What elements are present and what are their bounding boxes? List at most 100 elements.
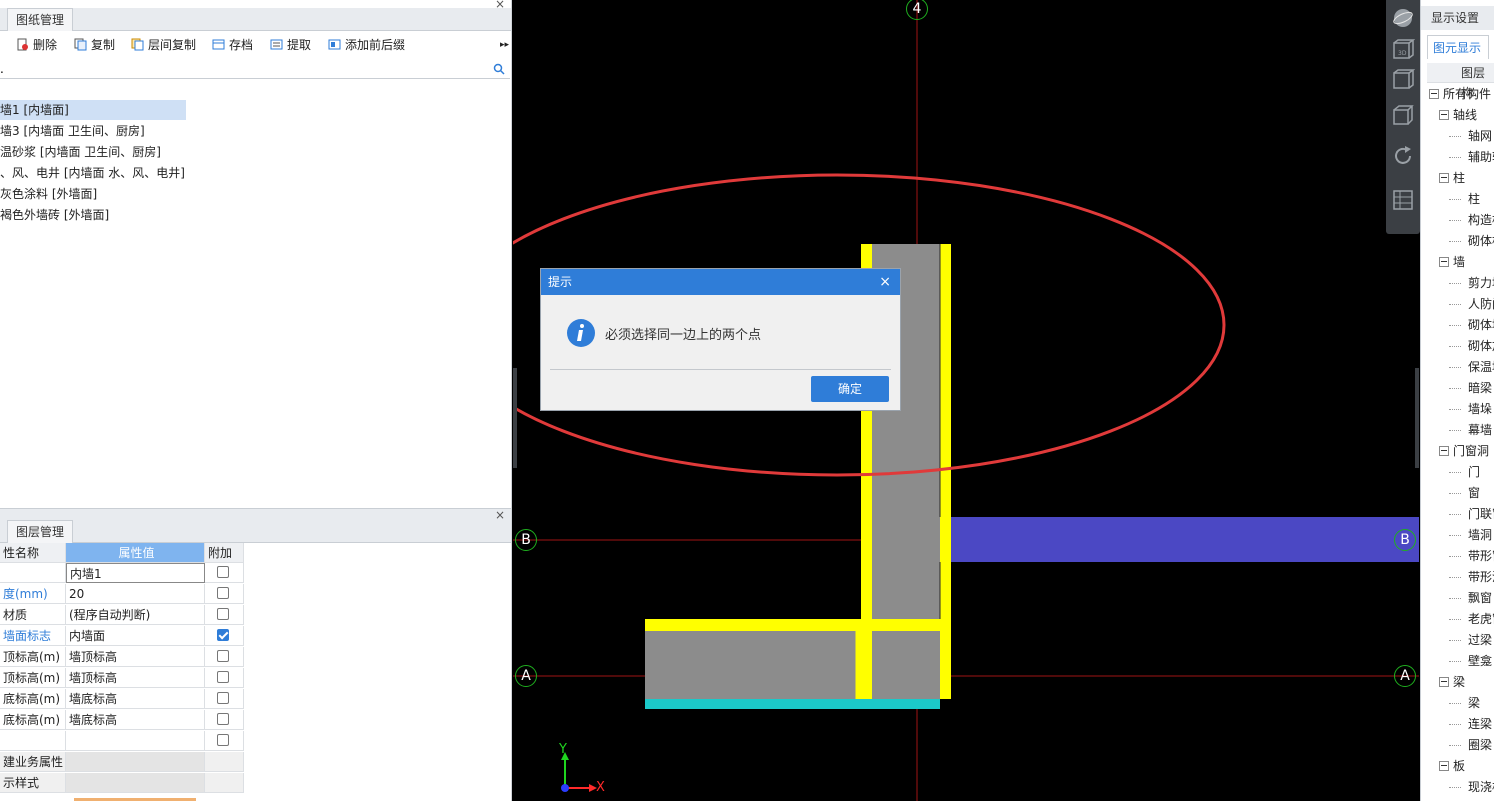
archive-button[interactable]: 存档 [212, 35, 253, 55]
layer-tree-item[interactable]: 所有构件 [1443, 84, 1491, 104]
extra-checkbox[interactable] [217, 608, 229, 620]
tab-layer-management[interactable]: 图层管理 [7, 520, 74, 543]
search-input[interactable] [0, 60, 480, 77]
tree-item[interactable]: 温砂浆 [内墙面 卫生间、厨房] [0, 142, 161, 162]
extra-checkbox[interactable] [217, 734, 229, 746]
layer-tree-item[interactable]: 梁 [1468, 693, 1480, 713]
tree-item[interactable]: 墙1 [内墙面] [0, 100, 186, 120]
layer-tree-item[interactable]: 圈梁 [1468, 735, 1492, 755]
layer-tree-item[interactable]: 带形窗 [1468, 546, 1494, 566]
layer-tree-item[interactable]: 门窗洞 [1453, 441, 1489, 461]
extra-checkbox[interactable] [217, 671, 229, 683]
archive-icon [212, 39, 225, 50]
layer-tree-item[interactable]: 人防门 [1468, 294, 1494, 314]
copy-button[interactable]: 复制 [74, 35, 115, 55]
tree-item[interactable]: 褐色外墙砖 [外墙面] [0, 205, 109, 225]
collapse-toggle-icon[interactable] [1439, 677, 1449, 687]
layer-tree-item[interactable]: 飘窗 [1468, 588, 1492, 608]
property-value[interactable]: 墙顶标高 [66, 647, 205, 667]
ok-button[interactable]: 确定 [811, 376, 889, 402]
layer-tree-item[interactable]: 窗 [1468, 483, 1480, 503]
layer-tree-item[interactable]: 轴网 [1468, 126, 1492, 146]
extra-checkbox[interactable] [217, 587, 229, 599]
extra-checkbox[interactable] [217, 713, 229, 725]
layer-tree-item[interactable]: 门联窗 [1468, 504, 1494, 524]
grid-header: 属性值 [66, 543, 205, 563]
dialog-titlebar[interactable]: 提示 × [541, 269, 900, 295]
property-value[interactable] [66, 752, 205, 772]
layer-tree-item[interactable]: 过梁 [1468, 630, 1492, 650]
toolbar-more-icon[interactable]: ▸▸ [500, 35, 509, 55]
tab-element-display[interactable]: 图元显示 [1427, 35, 1489, 59]
layer-tree-item[interactable]: 老虎窗 [1468, 609, 1494, 629]
3d-view-icon[interactable]: 3D [1391, 38, 1415, 62]
layer-tree-item[interactable]: 板 [1453, 756, 1465, 776]
tree-item[interactable]: 灰色涂料 [外墙面] [0, 184, 97, 204]
layer-tree-item[interactable]: 门 [1468, 462, 1480, 482]
property-value[interactable]: 墙底标高 [66, 710, 205, 730]
collapse-toggle-icon[interactable] [1439, 446, 1449, 456]
property-value[interactable]: 内墙1 [66, 563, 205, 583]
property-name: 材质 [0, 605, 66, 625]
property-value[interactable]: 20 [66, 584, 205, 604]
search-icon[interactable] [493, 63, 505, 75]
layer-tree-item[interactable]: 带形洞 [1468, 567, 1494, 587]
layer-tree-item[interactable]: 保温墙 [1468, 357, 1494, 377]
property-name: 底标高(m) [0, 689, 66, 709]
left-collapse-handle[interactable] [513, 368, 517, 468]
layer-tree-item[interactable]: 砌体柱 [1468, 231, 1494, 251]
layer-tree-item[interactable]: 墙垛 [1468, 399, 1492, 419]
extra-checkbox[interactable] [217, 629, 229, 641]
layer-tree-item[interactable]: 连梁 [1468, 714, 1492, 734]
tab-drawing-management[interactable]: 图纸管理 [7, 8, 74, 31]
layer-tree-item[interactable]: 砌体墙 [1468, 315, 1494, 335]
property-value[interactable] [66, 773, 205, 793]
drawing-panel-header: 图纸管理 [0, 8, 511, 31]
layer-tree-item[interactable]: 现浇板 [1468, 777, 1494, 797]
layer-tree-item[interactable]: 幕墙 [1468, 420, 1492, 440]
layer-tree-item[interactable]: 剪力墙 [1468, 273, 1494, 293]
property-value[interactable]: 墙顶标高 [66, 668, 205, 688]
close-icon[interactable]: × [495, 0, 505, 11]
property-value[interactable] [66, 731, 205, 751]
collapse-toggle-icon[interactable] [1439, 173, 1449, 183]
delete-button[interactable]: 删除 [16, 35, 57, 55]
grid-icon[interactable] [1391, 188, 1415, 212]
layer-tree-item[interactable]: 柱 [1453, 168, 1465, 188]
layer-tree-item[interactable]: 轴线 [1453, 105, 1477, 125]
layer-tree-item[interactable]: 构造柱 [1468, 210, 1494, 230]
left-panel: 图纸管理 × ▾ 删除 复制 层间复制 存档 提取 添加前后缀 ▸▸ 墙1 [内… [0, 0, 512, 801]
close-icon[interactable]: × [879, 269, 891, 295]
collapse-toggle-icon[interactable] [1439, 110, 1449, 120]
cube-icon[interactable] [1391, 104, 1415, 128]
tree-item[interactable]: 、风、电井 [内墙面 水、风、电井] [0, 163, 185, 183]
collapse-toggle-icon[interactable] [1439, 761, 1449, 771]
collapse-toggle-icon[interactable] [1429, 89, 1439, 99]
layer-tree-item[interactable]: 柱 [1468, 189, 1480, 209]
cube-icon[interactable] [1391, 68, 1415, 92]
tree-connector [1449, 157, 1461, 159]
extra-checkbox[interactable] [217, 650, 229, 662]
rotate-icon[interactable] [1391, 144, 1415, 168]
layer-tree-item[interactable]: 墙洞 [1468, 525, 1492, 545]
tree-item[interactable]: 墙3 [内墙面 卫生间、厨房] [0, 121, 145, 141]
layer-tree-item[interactable]: 暗梁 [1468, 378, 1492, 398]
add-prefix-suffix-label: 添加前后缀 [345, 38, 406, 52]
extract-button[interactable]: 提取 [270, 35, 311, 55]
floor-copy-button[interactable]: 层间复制 [131, 35, 196, 55]
property-grid: 性名称 属性值 附加 内墙1 度(mm) 20 材质 (程序自动判断) 墙面标志 内墙面 顶标高(m… [0, 543, 244, 801]
layer-tree-item[interactable]: 墙 [1453, 252, 1465, 272]
layer-tree-item[interactable]: 砌体加 [1468, 336, 1494, 356]
property-value[interactable]: 墙底标高 [66, 689, 205, 709]
collapse-toggle-icon[interactable] [1439, 257, 1449, 267]
sphere-icon[interactable] [1391, 6, 1415, 30]
add-prefix-suffix-button[interactable]: 添加前后缀 [328, 35, 405, 55]
layer-tree-item[interactable]: 辅助轴 [1468, 147, 1494, 167]
property-value[interactable]: 内墙面 [66, 626, 205, 646]
property-value[interactable]: (程序自动判断) [66, 605, 205, 625]
extra-checkbox[interactable] [217, 566, 229, 578]
extra-checkbox[interactable] [217, 692, 229, 704]
layer-tree-item[interactable]: 壁龛 [1468, 651, 1492, 671]
right-collapse-handle[interactable] [1415, 368, 1419, 468]
layer-tree-item[interactable]: 梁 [1453, 672, 1465, 692]
